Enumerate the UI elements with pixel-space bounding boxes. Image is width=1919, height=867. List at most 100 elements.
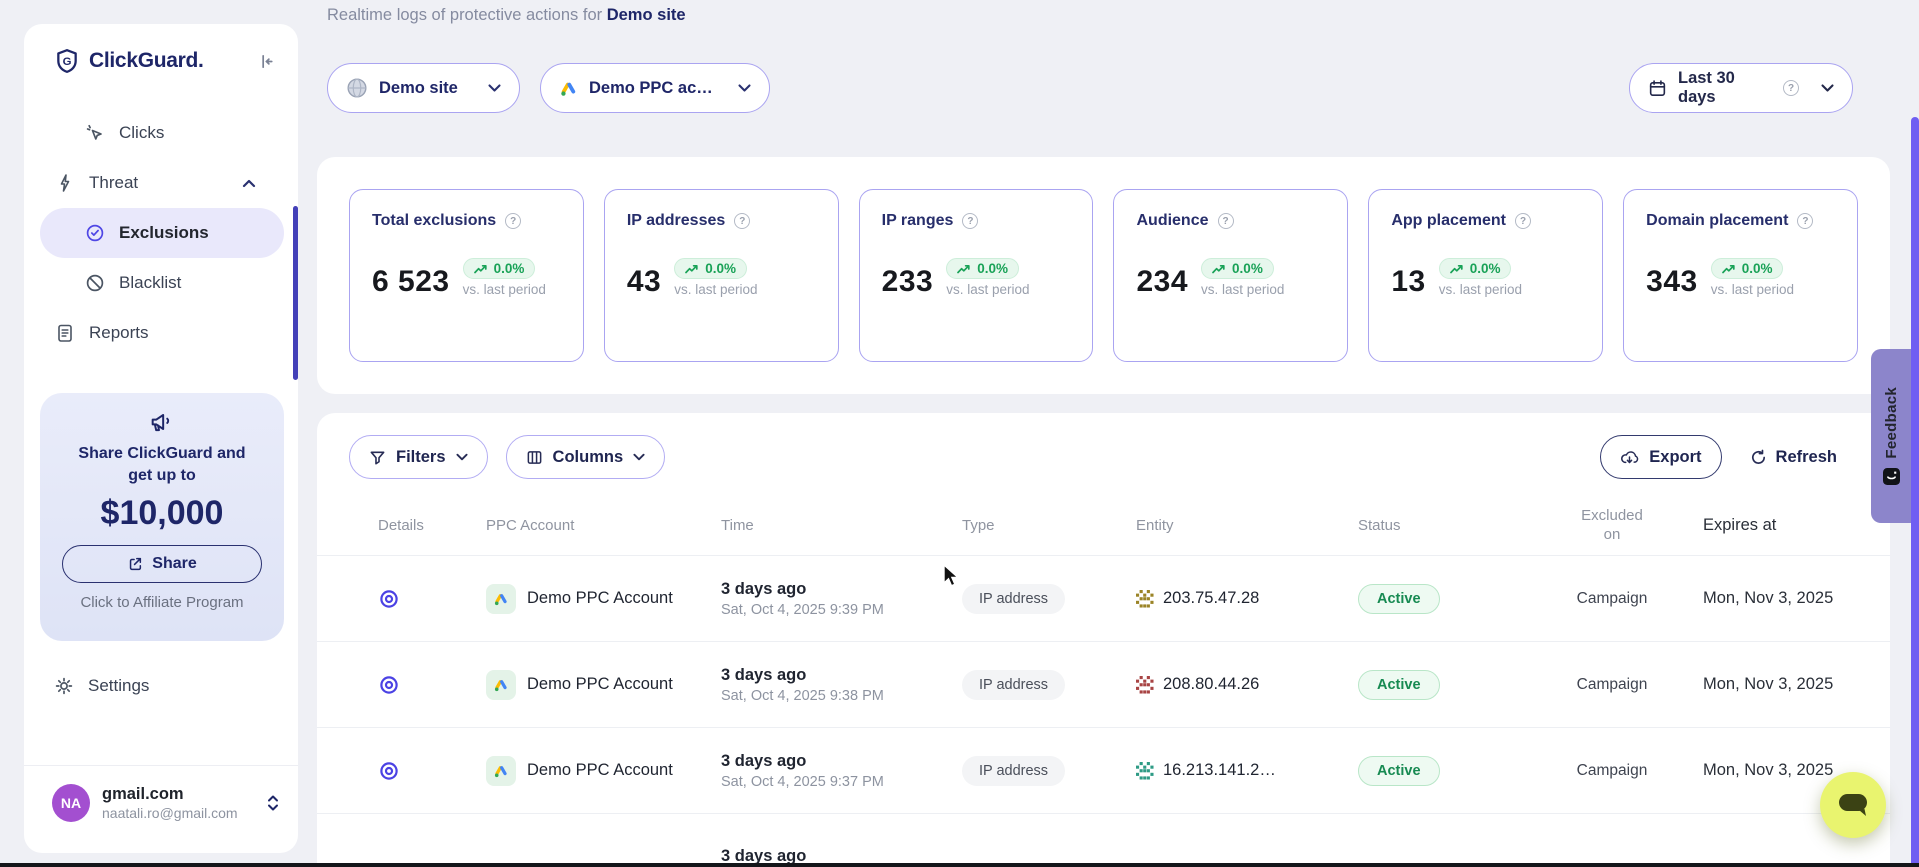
entity-identicon <box>1136 590 1154 608</box>
expires-at-value: Mon, Nov 3, 2025 <box>1676 675 1870 694</box>
stat-card-audience: Audience 234 0.0% vs. last period <box>1113 189 1348 362</box>
user-email: naatali.ro@gmail.com <box>102 805 254 821</box>
col-header-entity: Entity <box>1136 517 1358 534</box>
trend-badge: 0.0% <box>946 258 1019 279</box>
external-link-icon <box>127 556 143 572</box>
stat-title: App placement <box>1391 212 1506 230</box>
stat-caption: vs. last period <box>674 282 757 297</box>
page-subtitle: Realtime logs of protective actions for … <box>327 6 686 25</box>
help-icon[interactable] <box>962 213 978 229</box>
entity-value: 203.75.47.28 <box>1163 589 1259 608</box>
account-switcher[interactable]: NA gmail.com naatali.ro@gmail.com <box>52 784 280 822</box>
sidebar-nav: Clicks Threat Exclusions Blacklist <box>24 108 298 358</box>
sidebar-item-clicks[interactable]: Clicks <box>24 108 298 158</box>
sidebar-item-label: Exclusions <box>119 223 209 243</box>
status-badge: Active <box>1358 756 1440 786</box>
time-absolute: Sat, Oct 4, 2025 9:39 PM <box>721 602 962 618</box>
sidebar-collapse-icon[interactable] <box>257 52 276 71</box>
chat-widget-button[interactable] <box>1820 772 1886 838</box>
sidebar-item-settings[interactable]: Settings <box>54 676 149 696</box>
share-button-label: Share <box>152 555 196 573</box>
ppc-account-selector-value: Demo PPC ac… <box>589 79 713 98</box>
stat-caption: vs. last period <box>946 282 1029 297</box>
view-details-icon[interactable] <box>378 674 400 696</box>
stat-title: IP ranges <box>882 212 954 230</box>
google-ads-icon <box>486 756 516 786</box>
site-selector[interactable]: Demo site <box>327 63 520 113</box>
badge-check-icon <box>85 223 105 243</box>
sidebar-item-exclusions[interactable]: Exclusions <box>40 208 284 258</box>
col-header-ppc-account: PPC Account <box>486 517 721 534</box>
stat-card-total-exclusions: Total exclusions 6 523 0.0% vs. last per… <box>349 189 584 362</box>
ppc-account-name: Demo PPC Account <box>527 761 673 780</box>
sidebar-item-label: Clicks <box>119 123 164 143</box>
stat-caption: vs. last period <box>1439 282 1522 297</box>
sidebar-scrollbar[interactable] <box>293 206 298 380</box>
help-icon[interactable] <box>1218 213 1234 229</box>
stat-card-ip-addresses: IP addresses 43 0.0% vs. last period <box>604 189 839 362</box>
google-ads-icon <box>559 79 578 98</box>
promo-amount: $10,000 <box>40 494 284 533</box>
stat-title: Audience <box>1136 212 1208 230</box>
trend-badge: 0.0% <box>1201 258 1274 279</box>
ban-icon <box>85 273 105 293</box>
filters-button[interactable]: Filters <box>349 435 488 479</box>
megaphone-icon <box>148 409 176 435</box>
view-details-icon[interactable] <box>378 760 400 782</box>
settings-label: Settings <box>88 676 149 696</box>
columns-button[interactable]: Columns <box>506 435 666 479</box>
columns-button-label: Columns <box>553 448 624 467</box>
help-icon[interactable] <box>1515 213 1531 229</box>
document-icon <box>55 323 75 343</box>
help-icon[interactable] <box>1797 213 1813 229</box>
trend-badge: 0.0% <box>463 258 536 279</box>
export-button-label: Export <box>1649 448 1701 467</box>
chevron-down-icon <box>456 453 468 461</box>
stat-card-domain-placement: Domain placement 343 0.0% vs. last perio… <box>1623 189 1858 362</box>
lightning-icon <box>55 173 75 193</box>
stat-value: 13 <box>1391 265 1425 299</box>
affiliate-promo-card[interactable]: Share ClickGuard and get up to $10,000 S… <box>40 393 284 641</box>
date-range-value: Last 30 days <box>1678 69 1772 107</box>
sidebar-item-reports[interactable]: Reports <box>24 308 298 358</box>
help-icon[interactable] <box>734 213 750 229</box>
entity-identicon <box>1136 762 1154 780</box>
entity-identicon <box>1136 676 1154 694</box>
stats-summary: Total exclusions 6 523 0.0% vs. last per… <box>317 157 1890 394</box>
sidebar-item-label: Blacklist <box>119 273 181 293</box>
entity-value: 208.80.44.26 <box>1163 675 1259 694</box>
help-icon[interactable] <box>505 213 521 229</box>
affiliate-link[interactable]: Click to Affiliate Program <box>40 594 284 611</box>
sidebar-item-blacklist[interactable]: Blacklist <box>24 258 298 308</box>
gear-icon <box>54 676 74 696</box>
date-range-selector[interactable]: Last 30 days <box>1629 63 1853 113</box>
globe-icon <box>346 77 368 99</box>
refresh-button[interactable]: Refresh <box>1750 448 1837 467</box>
page-scrollbar-thumb[interactable] <box>1911 117 1919 867</box>
feedback-tab[interactable]: Feedback <box>1871 349 1911 523</box>
chevron-down-icon <box>1821 84 1834 92</box>
sidebar-item-threat[interactable]: Threat <box>24 158 298 208</box>
trend-value: 0.0% <box>1742 261 1773 276</box>
sidebar-item-label: Threat <box>89 173 138 193</box>
divider <box>24 765 298 766</box>
table-row: Demo PPC Account 3 days agoSat, Oct 4, 2… <box>317 641 1890 727</box>
ppc-account-name: Demo PPC Account <box>527 675 673 694</box>
sidebar-item-label: Reports <box>89 323 149 343</box>
time-absolute: Sat, Oct 4, 2025 9:38 PM <box>721 688 962 704</box>
export-button[interactable]: Export <box>1600 435 1721 479</box>
site-selector-value: Demo site <box>379 79 458 98</box>
view-details-icon[interactable] <box>378 588 400 610</box>
help-icon[interactable] <box>1783 80 1799 96</box>
ppc-account-selector[interactable]: Demo PPC ac… <box>540 63 770 113</box>
share-button[interactable]: Share <box>62 545 262 583</box>
trend-badge: 0.0% <box>1439 258 1512 279</box>
stat-title: IP addresses <box>627 212 725 230</box>
trend-badge: 0.0% <box>674 258 747 279</box>
stat-caption: vs. last period <box>1201 282 1284 297</box>
col-header-excluded-on: Excluded on <box>1548 506 1676 545</box>
table-toolbar: Filters Columns Export Refresh <box>317 413 1890 479</box>
stat-value: 43 <box>627 265 661 299</box>
table-header-row: Details PPC Account Time Type Entity Sta… <box>317 495 1890 555</box>
chevron-up-icon <box>242 179 256 188</box>
